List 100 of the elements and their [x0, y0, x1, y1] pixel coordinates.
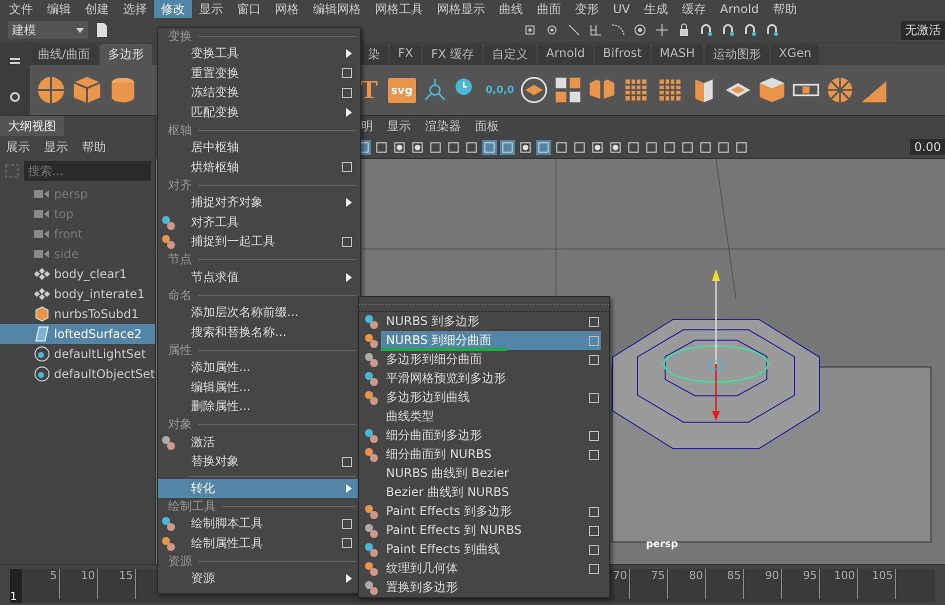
menu-item[interactable]: 激活	[158, 432, 360, 452]
cube-icon[interactable]	[72, 75, 102, 105]
menu-item[interactable]: 展示	[6, 139, 30, 155]
option-box[interactable]	[342, 236, 352, 247]
viewport-tool-icon[interactable]	[446, 140, 461, 154]
menu-item[interactable]: 多边形到细分曲面	[381, 350, 601, 369]
option-box[interactable]	[342, 518, 352, 529]
shelf-tab[interactable]: 曲线/曲面	[30, 44, 98, 65]
sphere-icon[interactable]	[36, 75, 66, 105]
viewport-tool-icon[interactable]	[374, 140, 389, 154]
magnet-icon[interactable]	[698, 22, 714, 38]
option-box[interactable]	[589, 544, 599, 554]
option-box[interactable]	[342, 88, 352, 98]
menu-item[interactable]: 帮助	[766, 0, 804, 18]
option-box[interactable]	[342, 456, 352, 467]
search-field[interactable]: 搜索...	[24, 161, 151, 181]
option-box[interactable]	[589, 450, 599, 460]
magnet-icon[interactable]	[764, 22, 780, 38]
option-box[interactable]	[589, 564, 599, 574]
viewport-tool-icon[interactable]	[716, 140, 731, 154]
plus-icon[interactable]	[654, 22, 670, 38]
shelf-tab[interactable]: 运动图形	[704, 44, 769, 65]
mode-dropdown[interactable]: 建模	[8, 21, 88, 39]
line-icon[interactable]	[566, 22, 582, 38]
viewport-tool-icon[interactable]	[464, 140, 479, 154]
menu-item[interactable]: 对齐工具	[158, 212, 360, 232]
menu-item[interactable]: 编辑	[40, 0, 78, 18]
outliner-item[interactable]: loftedSurface2	[0, 324, 155, 344]
menu-item[interactable]: 文件	[2, 0, 40, 18]
viewport-tool-icon[interactable]	[410, 140, 425, 154]
shelf-tab[interactable]: 染	[360, 44, 388, 65]
menu-item[interactable]: 变换工具	[158, 44, 360, 64]
viewport-tool-icon[interactable]	[572, 140, 587, 154]
ring-icon[interactable]	[632, 22, 648, 38]
menu-item[interactable]: Paint Effects 到曲线	[381, 540, 601, 559]
shelf-tab[interactable]: XGen	[770, 44, 820, 65]
option-box[interactable]	[589, 392, 599, 402]
menu-item[interactable]: 居中枢轴	[158, 138, 360, 158]
menu-item[interactable]: 网格	[268, 0, 306, 18]
menu-item[interactable]: Paint Effects 到 NURBS	[381, 521, 601, 540]
shelf-tab[interactable]: 多边形	[100, 44, 152, 65]
outliner-item[interactable]: nurbsToSubd1	[0, 304, 155, 324]
shelf-tab[interactable]: MASH	[652, 44, 703, 65]
magnet-icon[interactable]	[720, 22, 736, 38]
menu-item[interactable]: NURBS 到细分曲面	[381, 331, 601, 350]
menu-item[interactable]: 显示	[387, 118, 411, 134]
menu-item[interactable]: 多边形边到曲线	[381, 388, 601, 407]
menu-item[interactable]: 捕捉对齐对象	[158, 193, 360, 212]
viewport-tool-icon[interactable]	[662, 140, 677, 154]
menu-item[interactable]: 缓存	[675, 0, 713, 18]
viewport-tool-icon[interactable]	[392, 140, 407, 154]
viewport-tool-icon[interactable]	[680, 140, 695, 154]
menu-item[interactable]: 添加属性...	[158, 358, 360, 378]
viewport-tool-icon[interactable]	[518, 140, 533, 154]
curve-icon[interactable]	[610, 22, 626, 38]
magnet-icon[interactable]	[742, 22, 758, 38]
menu-item[interactable]: 选择	[116, 0, 154, 18]
viewport-tool-icon[interactable]	[698, 140, 713, 154]
menu-item[interactable]: NURBS 曲线到 Bezier	[381, 464, 601, 483]
menu-item[interactable]: 冻结变换	[158, 83, 360, 102]
shelf-tab[interactable]: FX 缓存	[423, 44, 482, 65]
current-frame[interactable]: 1	[10, 569, 22, 603]
menu-item[interactable]: 节点求值	[158, 268, 360, 287]
menu-item[interactable]: 网格工具	[368, 0, 430, 18]
panel-tab[interactable]: 大纲视图	[0, 116, 64, 136]
menu-item[interactable]: 生成	[637, 0, 675, 18]
menu-item[interactable]: 编辑网格	[306, 0, 368, 18]
freeze-tool[interactable]: 0,0,0	[486, 84, 514, 96]
menu-item[interactable]: UV	[606, 0, 637, 18]
option-box[interactable]	[342, 68, 352, 78]
option-box[interactable]	[589, 430, 599, 440]
menu-item[interactable]: 曲面	[530, 0, 568, 18]
document-icon[interactable]	[94, 22, 110, 38]
outliner-item[interactable]: body_interate1	[0, 284, 155, 304]
menu-item[interactable]: 窗口	[230, 0, 268, 18]
menu-item[interactable]: 转化	[158, 478, 360, 498]
menu-item[interactable]: 资源	[158, 569, 360, 588]
option-box[interactable]	[589, 316, 599, 326]
menu-item[interactable]: 绘制属性工具	[158, 534, 360, 553]
menu-item[interactable]: 搜索和替换名称...	[158, 322, 360, 342]
cube-icon[interactable]	[758, 76, 786, 104]
menu-item[interactable]: 添加层次名称前缀...	[158, 303, 360, 322]
shelf-tab[interactable]: Bifrost	[594, 44, 650, 65]
squares-icon[interactable]	[554, 76, 582, 104]
option-box[interactable]	[342, 538, 352, 548]
viewport-tool-icon[interactable]	[608, 140, 623, 154]
outliner-item[interactable]: defaultObjectSet	[0, 364, 155, 384]
menu-item[interactable]: 删除属性...	[158, 397, 360, 416]
value-field[interactable]: 0.00	[910, 139, 945, 155]
shelf-tab[interactable]: 自定义	[484, 44, 536, 65]
menu-item[interactable]: 面板	[475, 118, 499, 134]
outliner-item[interactable]: body_clear1	[0, 264, 155, 284]
outliner-item[interactable]: defaultLightSet	[0, 344, 155, 364]
menu-item[interactable]: 细分曲面到 NURBS	[381, 445, 601, 464]
wheel-icon[interactable]	[826, 76, 854, 104]
menu-item[interactable]: 变形	[568, 0, 606, 18]
menu-item[interactable]: 匹配变换	[158, 102, 360, 122]
viewport-tool-icon[interactable]	[626, 140, 641, 154]
shelf-tab[interactable]: FX	[390, 44, 422, 65]
viewport-tool-icon[interactable]	[428, 140, 443, 154]
